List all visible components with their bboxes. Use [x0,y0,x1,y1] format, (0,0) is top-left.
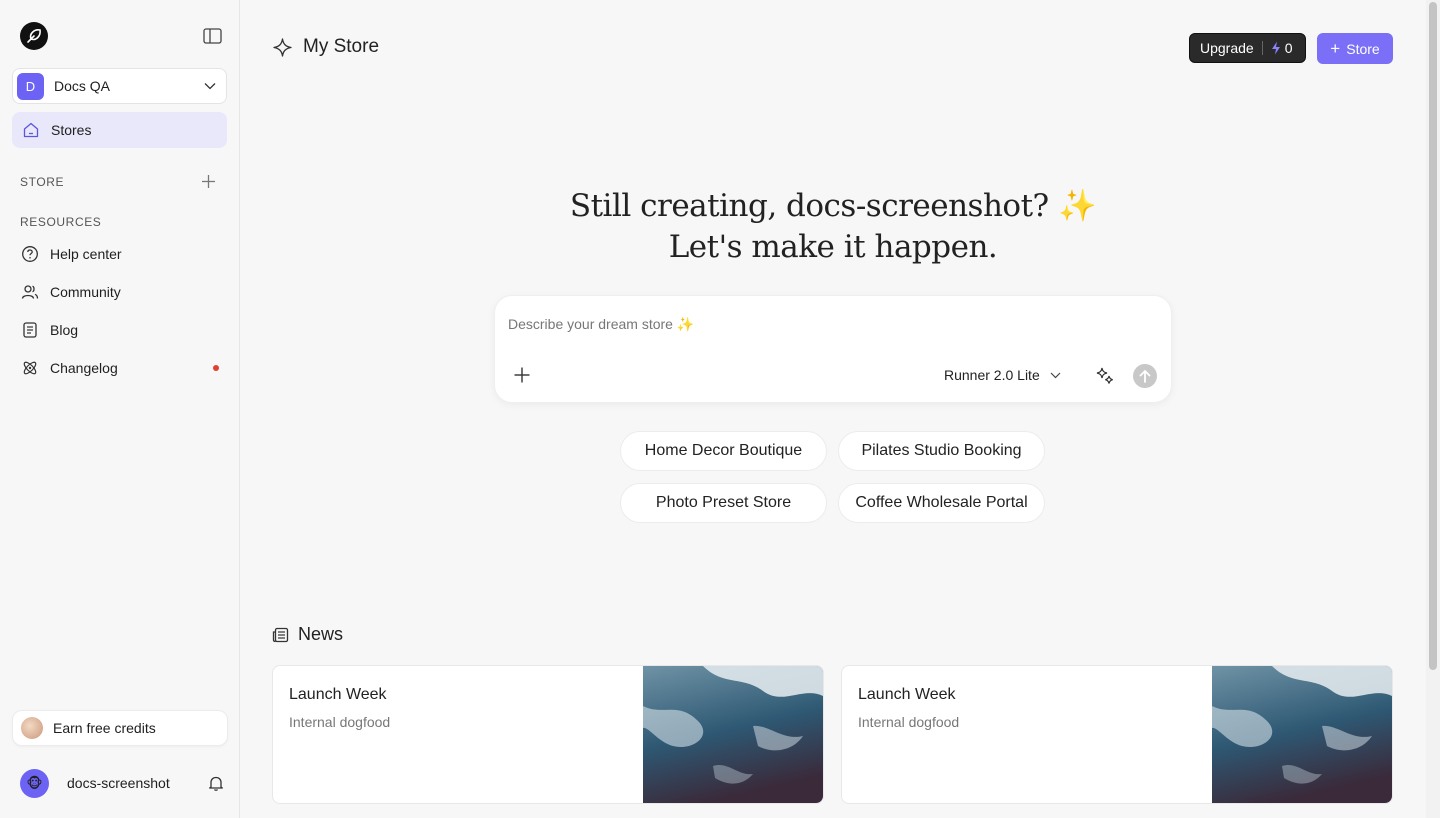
sidebar-item-stores[interactable]: Stores [12,112,227,148]
model-name: Runner 2.0 Lite [944,367,1040,383]
page-scrollbar[interactable] [1426,0,1440,818]
send-button[interactable] [1133,364,1157,388]
hero-heading: Still creating, docs-screenshot? ✨ Let's… [240,186,1426,268]
sidebar-item-changelog[interactable]: Changelog [12,352,227,384]
app-logo-icon[interactable] [20,22,48,50]
news-card-title: Launch Week [858,686,956,703]
sidebar-item-label: Stores [51,122,92,138]
model-selector[interactable]: Runner 2.0 Lite [944,367,1061,383]
news-header: News [272,624,343,645]
user-profile[interactable]: 🐵 docs-screenshot [20,768,225,798]
news-card-title: Launch Week [289,686,387,703]
page-header: My Store [272,36,379,58]
suggestion-chip[interactable]: Photo Preset Store [620,483,827,523]
sidebar-item-label: Changelog [50,360,118,376]
credit-count: 0 [1284,40,1293,56]
resources-section-label: RESOURCES [20,215,102,229]
sparkle-icon [273,37,292,57]
chevron-down-icon [1050,372,1061,378]
divider [1261,41,1263,55]
hero-line-2: Let's make it happen. [668,229,998,265]
news-card-subtitle: Internal dogfood [858,714,960,730]
suggestion-chip[interactable]: Home Decor Boutique [620,431,827,471]
document-icon [21,321,39,339]
magic-enhance-icon[interactable] [1095,366,1115,386]
add-store-icon[interactable] [200,173,217,190]
suggestion-chip[interactable]: Coffee Wholesale Portal [838,483,1045,523]
avatar: 🐵 [20,768,49,798]
home-icon [22,121,40,139]
earn-credits-button[interactable]: Earn free credits [12,710,228,746]
news-card-subtitle: Internal dogfood [289,714,391,730]
earn-credits-label: Earn free credits [53,720,156,736]
main-content: My Store Upgrade 0 + Store Still creatin… [240,0,1426,818]
workspace-name: Docs QA [54,78,111,94]
sidebar-item-blog[interactable]: Blog [12,314,227,346]
prompt-composer: Runner 2.0 Lite [494,295,1172,403]
news-card-image [643,666,823,803]
sidebar-item-label: Help center [50,246,122,262]
new-store-button[interactable]: + Store [1317,33,1393,64]
sidebar-item-help-center[interactable]: Help center [12,238,227,270]
sidebar-item-label: Community [50,284,121,300]
store-section-label: STORE [20,175,65,189]
attach-plus-icon[interactable] [513,366,531,384]
plus-icon: + [1330,39,1341,58]
upgrade-label: Upgrade [1200,40,1254,56]
chevron-down-icon [204,83,216,90]
prompt-input[interactable] [508,316,1108,332]
hero-line-1: Still creating, docs-screenshot? ✨ [569,188,1097,224]
lightning-icon [1271,41,1280,55]
user-name: docs-screenshot [67,775,170,791]
new-store-label: Store [1346,40,1380,57]
news-card[interactable]: Launch Week Internal dogfood [272,665,824,804]
bell-icon[interactable] [207,774,225,792]
news-card[interactable]: Launch Week Internal dogfood [841,665,1393,804]
sidebar-item-community[interactable]: Community [12,276,227,308]
coin-icon [21,717,43,739]
news-title: News [298,624,344,644]
sidebar-item-label: Blog [50,322,79,338]
help-circle-icon [21,245,39,263]
atom-icon [21,359,39,377]
upgrade-button[interactable]: Upgrade 0 [1189,33,1306,63]
users-icon [21,283,39,301]
scrollbar-thumb[interactable] [1429,2,1437,670]
suggestion-chip[interactable]: Pilates Studio Booking [838,431,1045,471]
news-card-image [1212,666,1392,803]
newspaper-icon [272,627,289,642]
workspace-avatar: D [17,72,44,100]
unread-dot [213,365,219,371]
sidebar-toggle-icon[interactable] [203,27,222,45]
page-title: My Store [303,36,380,57]
workspace-switcher[interactable]: D Docs QA [12,68,227,104]
sidebar: D Docs QA Stores STORE RESOURCES Help ce… [0,0,240,818]
arrow-up-icon [1139,369,1151,383]
